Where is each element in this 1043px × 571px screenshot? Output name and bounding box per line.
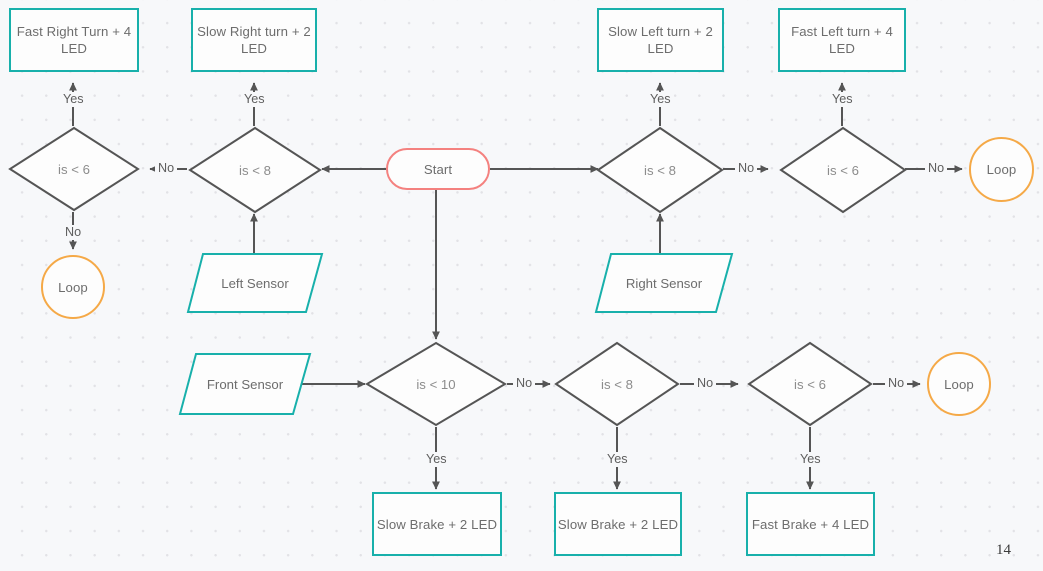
node-label: is < 10 bbox=[416, 376, 456, 392]
node-label: Front Sensor bbox=[206, 376, 284, 392]
node-label: Slow Brake + 2 LED bbox=[557, 516, 679, 532]
node-loop-left[interactable]: Loop bbox=[41, 255, 105, 319]
node-fast-left-turn[interactable]: Fast Left turn + 4 LED bbox=[778, 8, 906, 72]
flowchart-canvas: Fast Right Turn + 4 LED Slow Right turn … bbox=[0, 0, 1043, 571]
node-label: Loop bbox=[944, 376, 974, 392]
edge-label-yes-slow-right: Yes bbox=[241, 92, 268, 107]
page-number: 14 bbox=[996, 542, 1011, 558]
node-loop-bottom[interactable]: Loop bbox=[927, 352, 991, 416]
node-fast-right-turn[interactable]: Fast Right Turn + 4 LED bbox=[9, 8, 139, 72]
node-slow-left-turn[interactable]: Slow Left turn + 2 LED bbox=[597, 8, 724, 72]
node-label: Fast Right Turn + 4 LED bbox=[16, 24, 132, 56]
node-label: is < 6 bbox=[827, 162, 859, 178]
node-label: Loop bbox=[58, 279, 88, 295]
node-start[interactable]: Start bbox=[386, 148, 490, 190]
edge-label-yes-front8: Yes bbox=[604, 452, 631, 467]
edge-label-yes-slow-left: Yes bbox=[647, 92, 674, 107]
node-fast-brake[interactable]: Fast Brake + 4 LED bbox=[746, 492, 875, 556]
node-label: Fast Brake + 4 LED bbox=[751, 516, 870, 532]
edge-label-yes-front6: Yes bbox=[797, 452, 824, 467]
node-decision-right-6[interactable]: is < 6 bbox=[779, 126, 907, 214]
node-label: Left Sensor bbox=[221, 275, 289, 291]
node-label: Fast Left turn + 4 LED bbox=[791, 24, 893, 56]
edge-label-no-right8-right6: No bbox=[735, 161, 758, 176]
node-label: is < 6 bbox=[794, 376, 826, 392]
node-decision-left-6[interactable]: is < 6 bbox=[8, 126, 140, 212]
connector-layer bbox=[69, 82, 963, 490]
node-left-sensor[interactable]: Left Sensor bbox=[186, 252, 324, 314]
node-decision-left-8[interactable]: is < 8 bbox=[188, 126, 322, 214]
node-decision-right-8[interactable]: is < 8 bbox=[596, 126, 724, 214]
edge-label-yes-front10: Yes bbox=[423, 452, 450, 467]
node-decision-front-6[interactable]: is < 6 bbox=[747, 341, 873, 427]
edge-label-yes-fast-left: Yes bbox=[829, 92, 856, 107]
node-decision-front-8[interactable]: is < 8 bbox=[554, 341, 680, 427]
node-loop-right[interactable]: Loop bbox=[969, 137, 1034, 202]
node-label: Right Sensor bbox=[625, 275, 703, 291]
edge-label-no-front6-loop: No bbox=[885, 376, 908, 391]
node-slow-right-turn[interactable]: Slow Right turn + 2 LED bbox=[191, 8, 317, 72]
node-label: is < 8 bbox=[601, 376, 633, 392]
node-slow-brake-b[interactable]: Slow Brake + 2 LED bbox=[554, 492, 682, 556]
node-label: Start bbox=[423, 161, 453, 177]
node-decision-front-10[interactable]: is < 10 bbox=[365, 341, 507, 427]
node-label: is < 8 bbox=[239, 162, 271, 178]
node-label: is < 8 bbox=[644, 162, 676, 178]
node-label: is < 6 bbox=[58, 161, 90, 177]
node-label: Slow Brake + 2 LED bbox=[376, 516, 498, 532]
edge-label-no-front8-front6: No bbox=[694, 376, 717, 391]
node-front-sensor[interactable]: Front Sensor bbox=[178, 352, 312, 416]
node-right-sensor[interactable]: Right Sensor bbox=[594, 252, 734, 314]
edge-label-no-front10-front8: No bbox=[513, 376, 536, 391]
node-label: Slow Left turn + 2 LED bbox=[608, 24, 713, 56]
node-label: Loop bbox=[986, 162, 1017, 177]
edge-label-no-left6-loop: No bbox=[62, 225, 85, 240]
edge-label-no-left8-left6: No bbox=[155, 161, 178, 176]
node-label: Slow Right turn + 2 LED bbox=[197, 24, 311, 56]
edge-label-no-right6-loop: No bbox=[925, 161, 948, 176]
node-slow-brake-a[interactable]: Slow Brake + 2 LED bbox=[372, 492, 502, 556]
edge-label-yes-fast-right: Yes bbox=[60, 92, 87, 107]
